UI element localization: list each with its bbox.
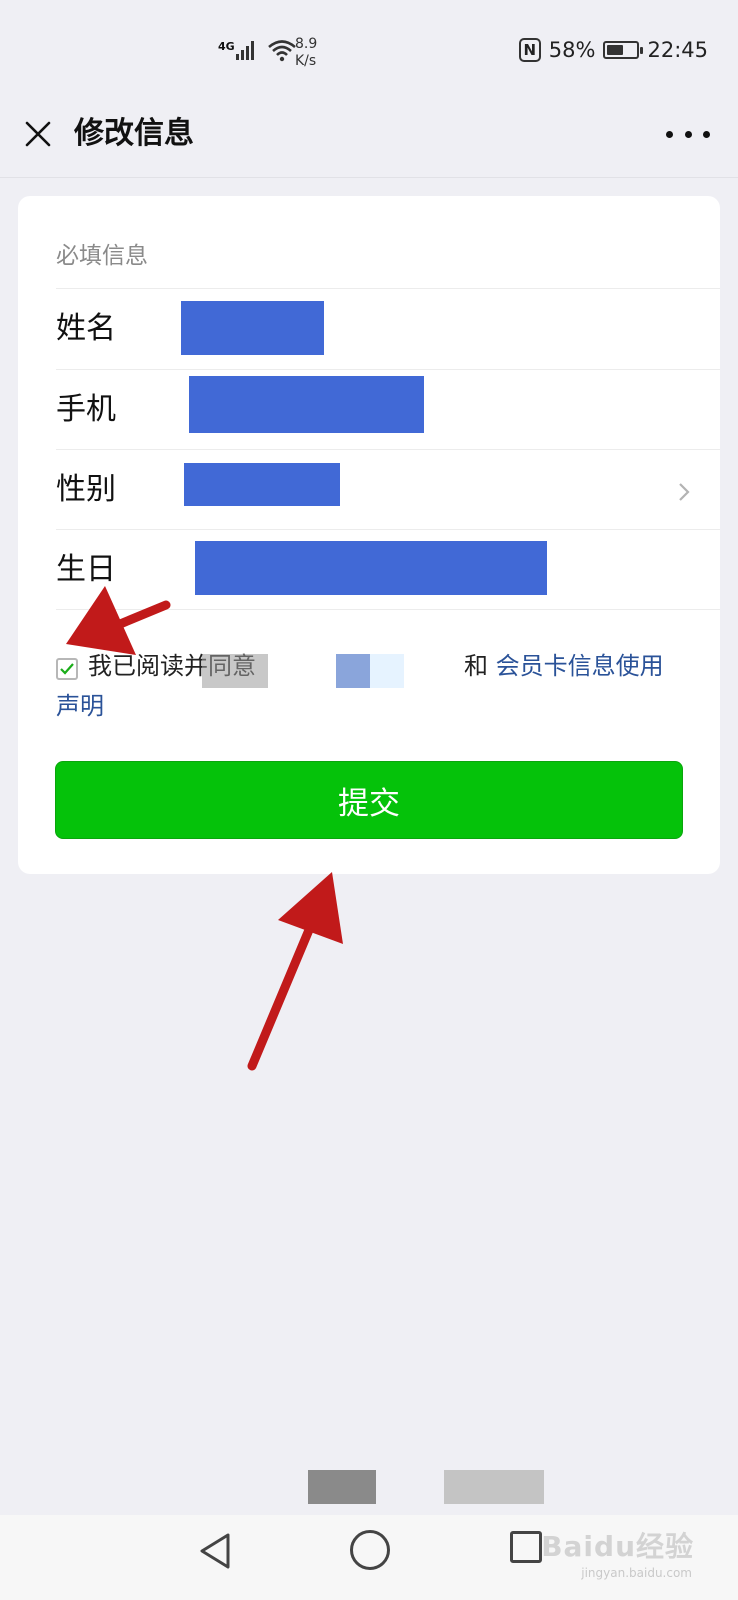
blur-patch bbox=[308, 1470, 376, 1504]
status-right: N 58% 22:45 bbox=[518, 38, 708, 62]
check-icon bbox=[60, 663, 74, 675]
redaction-mask bbox=[184, 463, 340, 506]
redaction-mask bbox=[181, 301, 324, 355]
watermark: Baidu经验 bbox=[541, 1530, 694, 1563]
field-row-gender[interactable]: 性别 bbox=[56, 449, 720, 530]
field-row-birthday[interactable]: 生日 bbox=[56, 529, 720, 610]
field-label: 姓名 bbox=[56, 311, 116, 346]
clock: 22:45 bbox=[647, 38, 708, 62]
page-title: 修改信息 bbox=[74, 116, 194, 151]
network-speed-unit: K/s bbox=[295, 53, 317, 69]
field-row-name[interactable]: 姓名 bbox=[56, 288, 720, 369]
more-icon-dot bbox=[703, 130, 710, 138]
more-button[interactable] bbox=[666, 120, 710, 148]
nav-bar: 修改信息 bbox=[0, 100, 738, 178]
agree-checkbox[interactable] bbox=[56, 658, 78, 680]
close-icon bbox=[25, 121, 51, 147]
blur-patch bbox=[202, 654, 268, 688]
section-title: 必填信息 bbox=[56, 243, 148, 269]
battery-level bbox=[607, 45, 624, 55]
submit-button[interactable]: 提交 bbox=[55, 761, 683, 839]
network-speed: 8.9 K/s bbox=[295, 36, 317, 70]
battery-icon bbox=[603, 41, 644, 59]
network-speed-value: 8.9 bbox=[295, 36, 318, 52]
more-icon-dot bbox=[684, 130, 692, 138]
chevron-right-icon bbox=[679, 483, 690, 501]
signal-icon bbox=[235, 41, 254, 60]
blur-patch bbox=[370, 654, 404, 688]
status-bar: 4G 8.9 K/s N 58% 22:45 bbox=[0, 0, 738, 100]
blur-patch bbox=[336, 654, 370, 688]
arrow-to-submit bbox=[247, 872, 343, 1071]
redaction-mask bbox=[195, 541, 547, 595]
recent-apps-icon[interactable] bbox=[510, 1531, 542, 1563]
field-label: 手机 bbox=[56, 392, 116, 427]
network-indicator: 4G bbox=[218, 38, 297, 62]
field-row-phone[interactable]: 手机 bbox=[56, 369, 720, 450]
form-card: 必填信息 姓名 手机 性别 生日 我已阅读并同意和 会员卡信息使用声明 提交 bbox=[18, 196, 720, 874]
more-icon-dot bbox=[666, 130, 673, 138]
home-icon[interactable] bbox=[350, 1530, 390, 1570]
close-button[interactable] bbox=[18, 114, 58, 154]
back-icon[interactable] bbox=[194, 1529, 238, 1573]
agreement: 我已阅读并同意和 会员卡信息使用声明 bbox=[56, 646, 686, 726]
agreement-conjunction: 和 bbox=[464, 652, 488, 680]
battery-percent: 58% bbox=[548, 38, 596, 62]
wifi-icon bbox=[267, 40, 296, 62]
redaction-mask bbox=[189, 376, 424, 433]
field-label: 生日 bbox=[56, 552, 116, 587]
nfc-icon: N bbox=[518, 38, 541, 62]
watermark-url: jingyan.baidu.com bbox=[581, 1566, 692, 1580]
blur-patch bbox=[444, 1470, 544, 1504]
network-type: 4G bbox=[218, 40, 235, 53]
field-label: 性别 bbox=[56, 472, 116, 507]
